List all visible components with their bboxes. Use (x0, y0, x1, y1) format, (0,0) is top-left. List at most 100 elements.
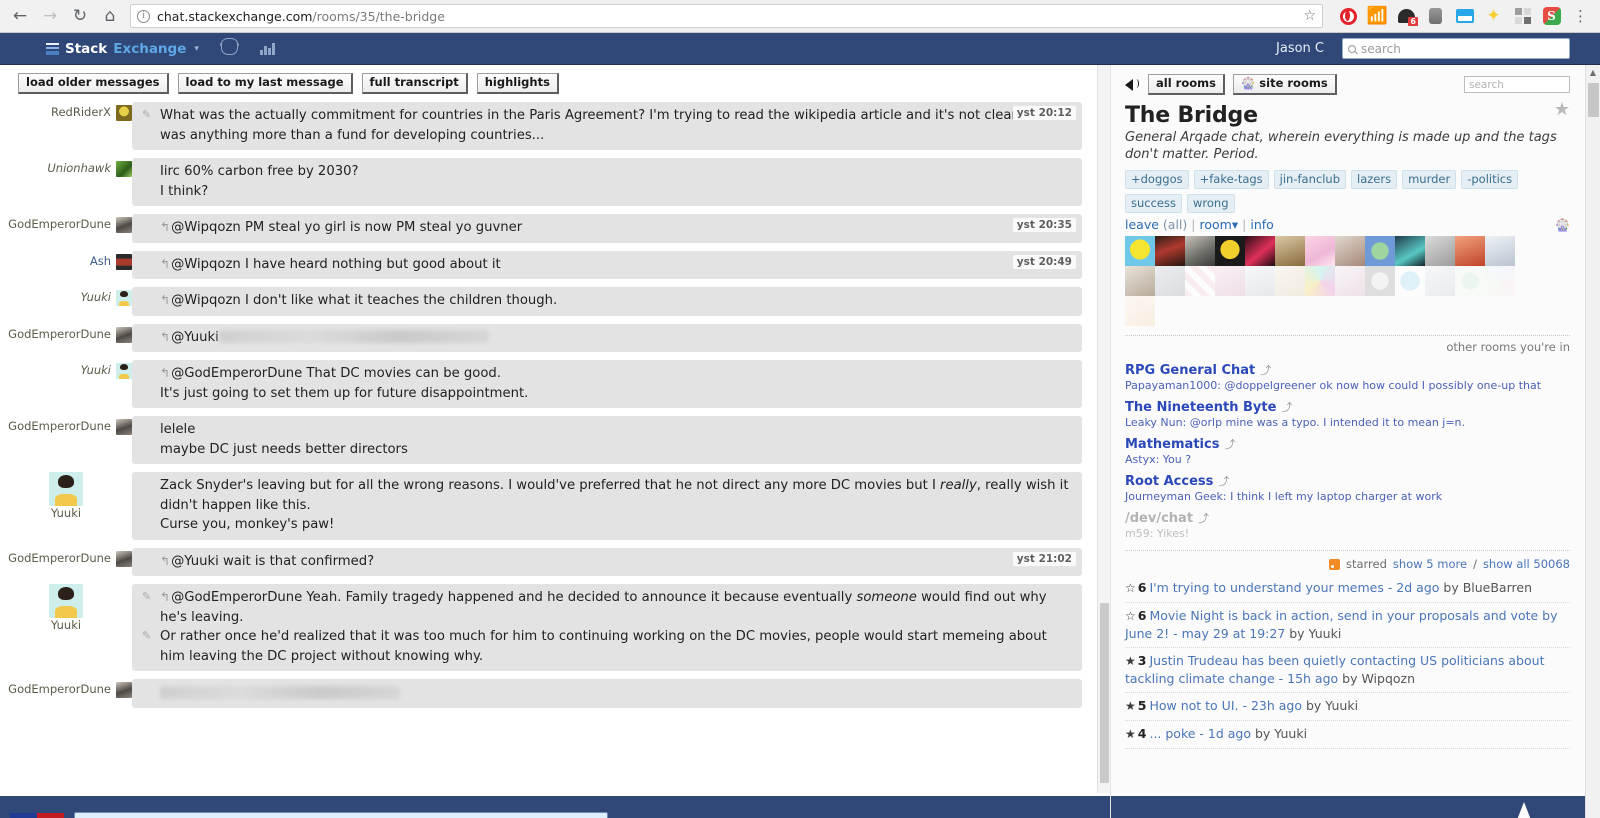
message-body[interactable]: ✎ What was the actually commitment for co… (132, 102, 1082, 150)
forward-button[interactable]: → (36, 2, 64, 30)
room-user-avatar[interactable] (1425, 266, 1455, 296)
other-room-name[interactable]: RPG General Chat (1125, 363, 1255, 378)
site-rooms-button[interactable]: 🎡 site rooms (1232, 74, 1337, 95)
message-body[interactable]: ↰@Yuuki (132, 323, 1082, 352)
room-tag[interactable]: -politics (1461, 170, 1519, 189)
load-older-messages-button[interactable]: load older messages (18, 73, 169, 94)
other-room-last-message[interactable]: m59: Yikes! (1125, 526, 1570, 541)
chat-scrollbar-thumb[interactable] (1100, 603, 1109, 783)
topnav-search-input[interactable]: search (1342, 38, 1570, 59)
avatar[interactable] (49, 584, 83, 618)
all-rooms-button[interactable]: all rooms (1148, 74, 1225, 95)
starred-author[interactable]: by Yuuki (1255, 726, 1307, 741)
other-room-last-message[interactable]: Papayaman1000: @doppelgreener ok now how… (1125, 378, 1570, 393)
edit-pencil-icon[interactable]: ✎ (142, 630, 154, 642)
room-user-avatar[interactable] (1125, 266, 1155, 296)
speaker-icon[interactable] (1125, 78, 1140, 91)
rss-icon[interactable] (1328, 558, 1340, 570)
room-user-avatar[interactable] (1155, 266, 1185, 296)
room-tag[interactable]: +doggos (1125, 170, 1189, 189)
achievements-icon[interactable] (259, 42, 276, 55)
chat-scrollbar[interactable] (1097, 65, 1110, 793)
page-scrollbar-thumb[interactable] (1588, 83, 1599, 117)
other-room-last-message[interactable]: Leaky Nun: @orlp mine was a typo. I inte… (1125, 415, 1570, 430)
starred-text[interactable]: How not to UI. (1149, 698, 1238, 713)
reply-arrow-icon[interactable]: ↰ (160, 220, 170, 234)
edit-pencil-icon[interactable]: ✎ (142, 591, 154, 603)
avatar[interactable] (116, 682, 132, 698)
bookmark-star-icon[interactable]: ☆ (1303, 8, 1316, 24)
starred-message[interactable]: ☆ 6 Movie Night is back in action, send in… (1125, 603, 1570, 648)
room-user-avatar[interactable] (1125, 236, 1155, 266)
room-user-avatar[interactable] (1215, 236, 1245, 266)
avatar[interactable] (116, 161, 132, 177)
message-username[interactable]: Yuuki (81, 363, 111, 377)
other-room-last-message[interactable]: Astyx: You ? (1125, 452, 1570, 467)
room-user-avatar[interactable] (1305, 236, 1335, 266)
inbox-icon[interactable] (220, 37, 240, 55)
image-extension-icon[interactable] (1455, 7, 1474, 26)
message-body[interactable]: ↰@Yuuki wait is that confirmed? yst 21:02 (132, 547, 1082, 576)
scroll-up-arrow-icon[interactable]: ▲ (1586, 65, 1600, 80)
back-button[interactable]: ← (6, 2, 34, 30)
page-scrollbar[interactable]: ▲ ▼ (1585, 65, 1600, 818)
starred-text[interactable]: I'm trying to understand your memes (1149, 580, 1383, 595)
starred-author[interactable]: by Wipqozn (1342, 671, 1415, 686)
room-tag[interactable]: jin-fanclub (1273, 170, 1346, 189)
avatar[interactable] (116, 419, 132, 435)
reload-button[interactable]: ↻ (66, 2, 94, 30)
message-username[interactable]: Yuuki (81, 290, 111, 304)
stackexchange-logo[interactable]: Stack Exchange ▾ (46, 41, 199, 57)
database-extension-icon[interactable] (1426, 7, 1445, 26)
leave-room-icon[interactable]: ⤴ (1260, 364, 1271, 377)
leave-room-icon[interactable]: ⤴ (1224, 438, 1235, 451)
current-user-name[interactable]: Jason C (1276, 41, 1342, 56)
starred-message[interactable]: ★ 5 How not to UI. - 23h ago by Yuuki (1125, 693, 1570, 721)
message-timestamp[interactable]: yst 21:02 (1012, 551, 1076, 566)
starred-author[interactable]: by Yuuki (1289, 626, 1341, 641)
star-icon[interactable]: ☆ (1125, 581, 1136, 595)
opera-extension-icon[interactable] (1339, 7, 1358, 26)
room-user-avatar[interactable] (1335, 236, 1365, 266)
leave-room-icon[interactable]: ⤴ (1198, 512, 1209, 525)
starred-text[interactable]: ... poke (1149, 726, 1195, 741)
load-to-my-last-message-button[interactable]: load to my last message (177, 73, 353, 94)
star-icon[interactable]: ★ (1125, 727, 1136, 741)
message-username[interactable]: RedRiderX (51, 105, 111, 119)
room-user-avatar[interactable] (1245, 266, 1275, 296)
room-tag[interactable]: wrong (1186, 194, 1235, 213)
avatar[interactable] (116, 550, 132, 567)
reply-arrow-icon[interactable]: ↰ (160, 366, 170, 380)
reply-arrow-icon[interactable]: ↰ (160, 330, 170, 344)
message-timestamp[interactable]: yst 20:12 (1012, 106, 1076, 120)
star-icon[interactable]: ★ (1125, 654, 1136, 668)
room-menu-link[interactable]: room▾ (1200, 217, 1239, 232)
room-user-avatar[interactable] (1155, 236, 1185, 266)
leave-room-icon[interactable]: ⤴ (1218, 475, 1229, 488)
message-username[interactable]: Unionhawk (47, 161, 111, 175)
other-room-last-message[interactable]: Journeyman Geek: I think I left my lapto… (1125, 489, 1570, 504)
room-tag[interactable]: lazers (1351, 170, 1398, 189)
room-user-avatar[interactable] (1185, 266, 1215, 296)
message-timestamp[interactable]: yst 20:35 (1012, 218, 1076, 232)
room-user-avatar[interactable] (1215, 266, 1245, 296)
message-username[interactable]: GodEmperorDune (8, 419, 111, 433)
leave-room-link[interactable]: leave (1125, 217, 1159, 232)
sparkle-extension-icon[interactable]: ✦ (1484, 7, 1503, 26)
room-user-avatar[interactable] (1245, 236, 1275, 266)
star-icon[interactable]: ★ (1125, 699, 1136, 713)
starred-author[interactable]: by BlueBarren (1443, 580, 1532, 595)
message-body[interactable]: Zack Snyder's leaving but for all the wr… (132, 472, 1082, 540)
address-bar[interactable]: i chat.stackexchange.com/rooms/35/the-br… (130, 4, 1323, 28)
message-body[interactable]: lelele maybe DC just needs better directo… (132, 416, 1082, 464)
reply-arrow-icon[interactable]: ↰ (160, 293, 170, 307)
star-room-icon[interactable]: ★ (1554, 99, 1570, 120)
room-user-avatar[interactable] (1365, 266, 1395, 296)
full-transcript-button[interactable]: full transcript (361, 73, 468, 94)
message-body[interactable]: ↰@Wipqozn PM steal yo girl is now PM ste… (132, 214, 1082, 243)
room-user-avatar[interactable] (1455, 266, 1485, 296)
message-username[interactable]: GodEmperorDune (8, 682, 111, 696)
starred-message[interactable]: ★ 4... poke - 1d ago by Yuuki (1125, 721, 1570, 749)
starred-message[interactable]: ★ 3 Justin Trudeau has been quietly contac… (1125, 648, 1570, 693)
highlights-button[interactable]: highlights (476, 73, 559, 94)
